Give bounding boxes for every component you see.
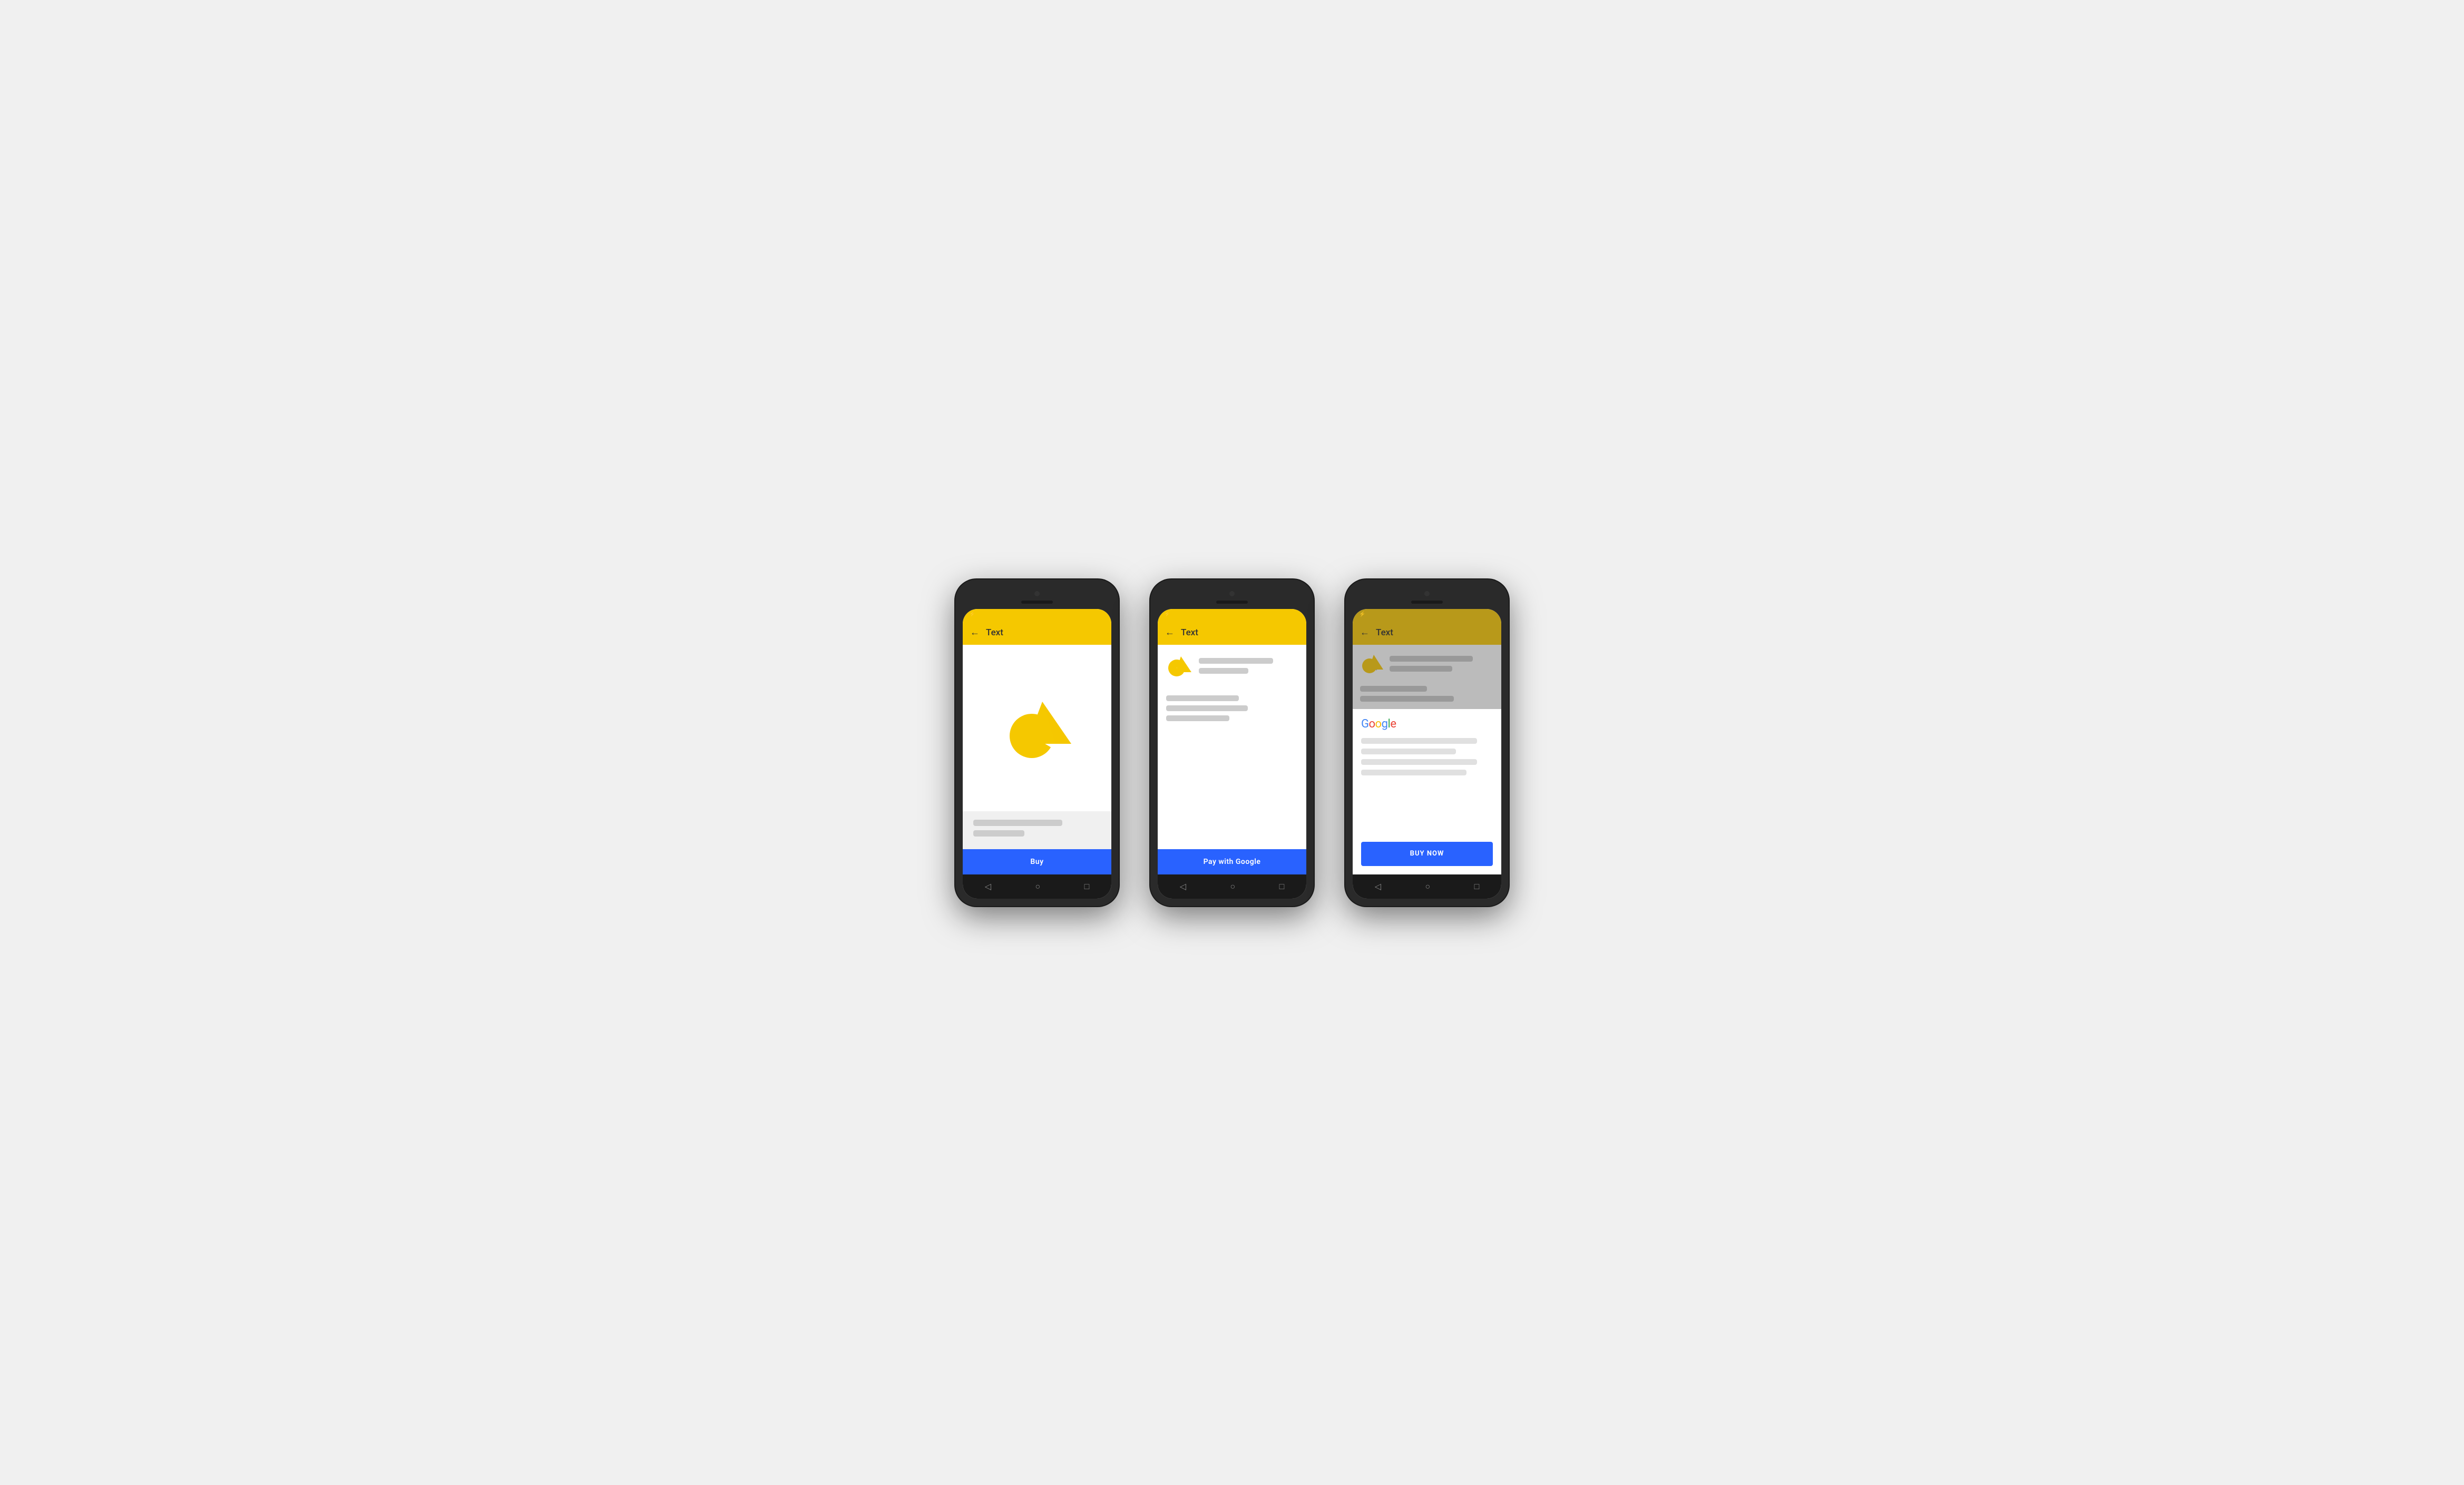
back-button-3[interactable]: ← xyxy=(1360,627,1370,638)
phone-top-area-1 xyxy=(963,587,1111,609)
phone-screen-1: ⚡ ← Text xyxy=(963,609,1111,899)
home-nav-icon-3[interactable]: ○ xyxy=(1425,881,1430,892)
desc-line-2b xyxy=(1166,705,1248,711)
speaker-3 xyxy=(1411,601,1443,604)
recent-nav-icon-3[interactable]: □ xyxy=(1474,881,1480,892)
status-bar-3: ⚡ xyxy=(1353,609,1501,621)
buy-now-button[interactable]: BUY NOW xyxy=(1361,842,1493,866)
battery-icon-3: ⚡ xyxy=(1359,612,1365,617)
recent-nav-icon-1[interactable]: □ xyxy=(1084,881,1090,892)
phone-screen-3: ⚡ ← Text xyxy=(1353,609,1501,899)
sheet-lines-3 xyxy=(1361,738,1493,837)
desc-lines-2 xyxy=(1166,691,1298,725)
dimmed-product-logo-3 xyxy=(1360,652,1383,675)
speaker-2 xyxy=(1216,601,1248,604)
dimmed-desc-3b xyxy=(1360,696,1454,702)
product-text-lines-2 xyxy=(1199,658,1298,674)
back-nav-icon-2[interactable]: ◁ xyxy=(1180,881,1186,891)
phone-screen-2: ⚡ ← Text xyxy=(1158,609,1306,899)
sheet-line-3d xyxy=(1361,770,1466,775)
sheet-line-3c xyxy=(1361,759,1477,765)
app-title-2: Text xyxy=(1181,627,1198,638)
app-bar-1: ← Text xyxy=(963,621,1111,645)
back-nav-icon-3[interactable]: ◁ xyxy=(1375,881,1381,891)
speaker-1 xyxy=(1021,601,1053,604)
app-bar-2: ← Text xyxy=(1158,621,1306,645)
buy-button-1[interactable]: Buy xyxy=(963,849,1111,874)
camera-3 xyxy=(1424,591,1430,596)
recent-nav-icon-2[interactable]: □ xyxy=(1279,881,1285,892)
status-bar-1: ⚡ xyxy=(963,609,1111,621)
sheet-line-3a xyxy=(1361,738,1477,744)
phone-content-1: Buy xyxy=(963,645,1111,874)
content-body-2 xyxy=(1158,645,1306,849)
nav-bar-3: ◁ ○ □ xyxy=(1353,874,1501,899)
dimmed-line-3a xyxy=(1390,656,1473,662)
app-bar-3: ← Text xyxy=(1353,621,1501,645)
product-logo-2 xyxy=(1166,653,1191,678)
back-button-1[interactable]: ← xyxy=(970,627,980,638)
back-nav-icon-1[interactable]: ◁ xyxy=(985,881,991,891)
desc-line-2a xyxy=(1166,695,1239,701)
dimmed-line-3b xyxy=(1390,666,1452,672)
dimmed-desc-lines-3 xyxy=(1360,682,1494,702)
dimmed-desc-3a xyxy=(1360,686,1427,692)
dimmed-text-lines-3 xyxy=(1390,656,1494,672)
google-payment-sheet: Google BUY NOW xyxy=(1353,709,1501,874)
battery-icon-1: ⚡ xyxy=(969,612,975,617)
phone-1: ⚡ ← Text xyxy=(955,579,1119,906)
product-row-2 xyxy=(1166,653,1298,678)
nav-bar-1: ◁ ○ □ xyxy=(963,874,1111,899)
home-nav-icon-2[interactable]: ○ xyxy=(1230,881,1235,892)
text-line-1b xyxy=(973,830,1024,837)
dimmed-content-3 xyxy=(1353,645,1501,709)
dimmed-product-row-3 xyxy=(1360,652,1494,675)
logo-area-1 xyxy=(963,645,1111,811)
phone-content-3: Google BUY NOW xyxy=(1353,645,1501,874)
battery-icon-2: ⚡ xyxy=(1164,612,1170,617)
desc-line-2c xyxy=(1166,715,1229,721)
camera-1 xyxy=(1034,591,1040,596)
status-bar-2: ⚡ xyxy=(1158,609,1306,621)
phone-content-2: Pay with Google xyxy=(1158,645,1306,874)
phone-top-area-3 xyxy=(1353,587,1501,609)
home-nav-icon-1[interactable]: ○ xyxy=(1035,881,1040,892)
app-title-1: Text xyxy=(986,627,1003,638)
pay-google-button[interactable]: Pay with Google xyxy=(1158,849,1306,874)
nav-bar-2: ◁ ○ □ xyxy=(1158,874,1306,899)
camera-2 xyxy=(1229,591,1235,596)
text-line-1a xyxy=(973,820,1062,826)
sheet-line-3b xyxy=(1361,749,1456,754)
google-logo: Google xyxy=(1361,717,1493,731)
bottom-area-1 xyxy=(963,811,1111,849)
app-title-3: Text xyxy=(1376,627,1393,638)
phone-2: ⚡ ← Text xyxy=(1150,579,1314,906)
product-text-line-2b xyxy=(1199,668,1248,674)
back-button-2[interactable]: ← xyxy=(1165,627,1175,638)
app-logo-1 xyxy=(1003,694,1071,762)
phone-top-area-2 xyxy=(1158,587,1306,609)
phones-container: ⚡ ← Text xyxy=(955,579,1509,906)
phone-3: ⚡ ← Text xyxy=(1345,579,1509,906)
product-text-line-2a xyxy=(1199,658,1273,664)
